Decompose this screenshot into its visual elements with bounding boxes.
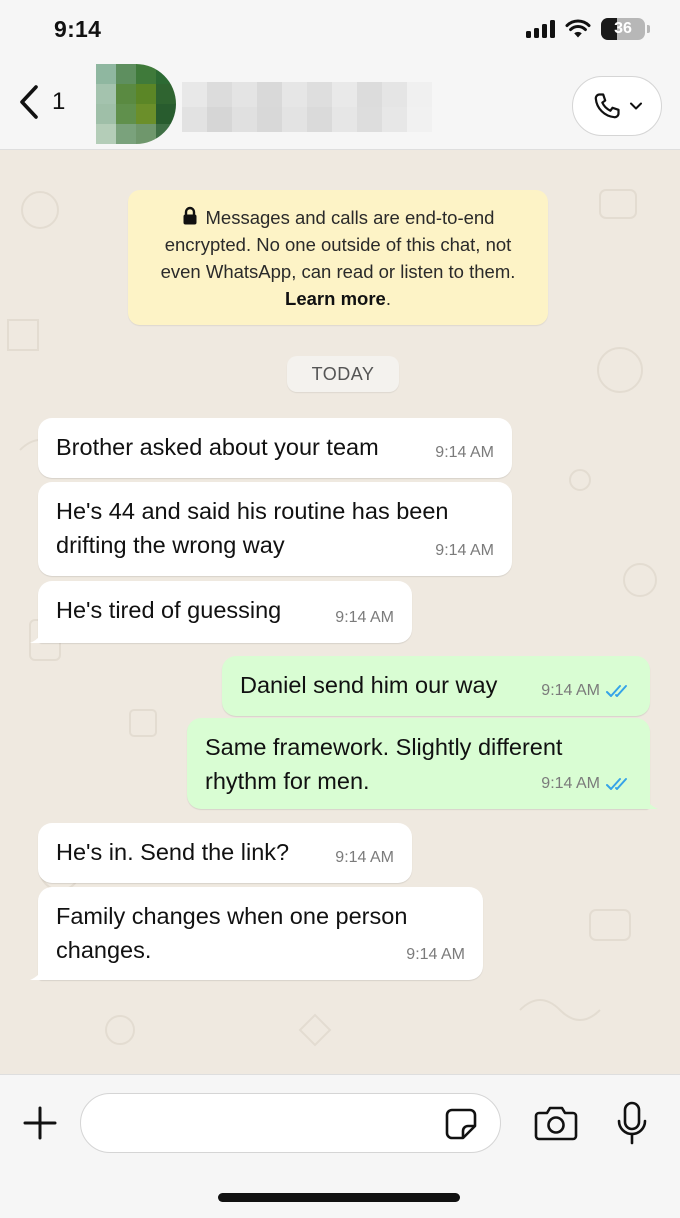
encryption-end: .	[385, 288, 391, 309]
message-text: Family changes when one person changes.	[56, 903, 408, 963]
learn-more-link[interactable]: Learn more	[285, 288, 386, 309]
bubble-tail	[642, 793, 658, 809]
message-bubble-incoming[interactable]: He's tired of guessing 9:14 AM	[30, 581, 412, 643]
camera-button[interactable]	[534, 1103, 578, 1148]
sticker-button[interactable]	[444, 1107, 478, 1146]
microphone-button[interactable]	[616, 1101, 648, 1152]
camera-icon	[534, 1106, 578, 1141]
microphone-icon	[617, 1101, 647, 1145]
message-time: 9:14 AM	[335, 609, 394, 626]
chat-header: 1	[0, 58, 680, 150]
chevron-left-icon	[20, 85, 38, 119]
attach-button[interactable]	[22, 1105, 58, 1146]
message-input-container[interactable]	[80, 1093, 501, 1153]
bubble-tail	[30, 964, 46, 980]
status-bar: 9:14 36	[0, 0, 680, 58]
status-time: 9:14	[54, 16, 102, 42]
bubble-tail	[30, 627, 46, 643]
encryption-text: Messages and calls are end-to-end encryp…	[160, 207, 516, 282]
message-time: 9:14 AM	[335, 849, 394, 866]
message-input[interactable]	[101, 1108, 431, 1140]
message-time: 9:14 AM	[541, 682, 600, 699]
message-bubble-incoming[interactable]: He's in. Send the link? 9:14 AM	[38, 823, 412, 883]
composer-bar	[0, 1074, 680, 1218]
message-bubble-incoming[interactable]: He's 44 and said his routine has been dr…	[38, 482, 512, 576]
avatar[interactable]	[96, 64, 176, 144]
phone-icon	[594, 93, 620, 119]
message-bubble-incoming[interactable]: Brother asked about your team 9:14 AM	[38, 418, 512, 478]
date-chip: TODAY	[287, 356, 399, 392]
chat-area[interactable]: Messages and calls are end-to-end encryp…	[0, 150, 680, 1074]
message-time: 9:14 AM	[406, 946, 465, 963]
unread-count: 1	[52, 88, 66, 115]
encryption-notice[interactable]: Messages and calls are end-to-end encryp…	[128, 190, 548, 325]
sticker-icon	[445, 1108, 477, 1140]
home-indicator[interactable]	[218, 1193, 460, 1202]
message-time: 9:14 AM	[541, 775, 600, 792]
message-text: Brother asked about your team	[56, 434, 379, 460]
message-bubble-outgoing[interactable]: Daniel send him our way 9:14 AM	[222, 656, 650, 716]
lock-icon	[183, 206, 196, 225]
back-button[interactable]: 1	[16, 84, 65, 120]
message-time: 9:14 AM	[435, 444, 494, 461]
battery-icon: 36	[601, 18, 645, 40]
chevron-down-icon	[630, 102, 642, 110]
read-receipt-icon	[606, 685, 627, 697]
message-text: He's 44 and said his routine has been dr…	[56, 498, 449, 558]
battery-level: 36	[614, 20, 632, 37]
status-icons: 36	[526, 18, 650, 40]
cellular-signal-icon	[526, 20, 555, 38]
wifi-icon	[565, 19, 591, 38]
read-receipt-icon	[606, 778, 627, 790]
message-bubble-incoming[interactable]: Family changes when one person changes. …	[30, 887, 483, 980]
message-time: 9:14 AM	[435, 542, 494, 559]
message-bubble-outgoing[interactable]: Same framework. Slightly different rhyth…	[187, 718, 658, 809]
contact-name[interactable]	[182, 82, 432, 132]
call-button[interactable]	[572, 76, 662, 136]
plus-icon	[23, 1106, 57, 1140]
